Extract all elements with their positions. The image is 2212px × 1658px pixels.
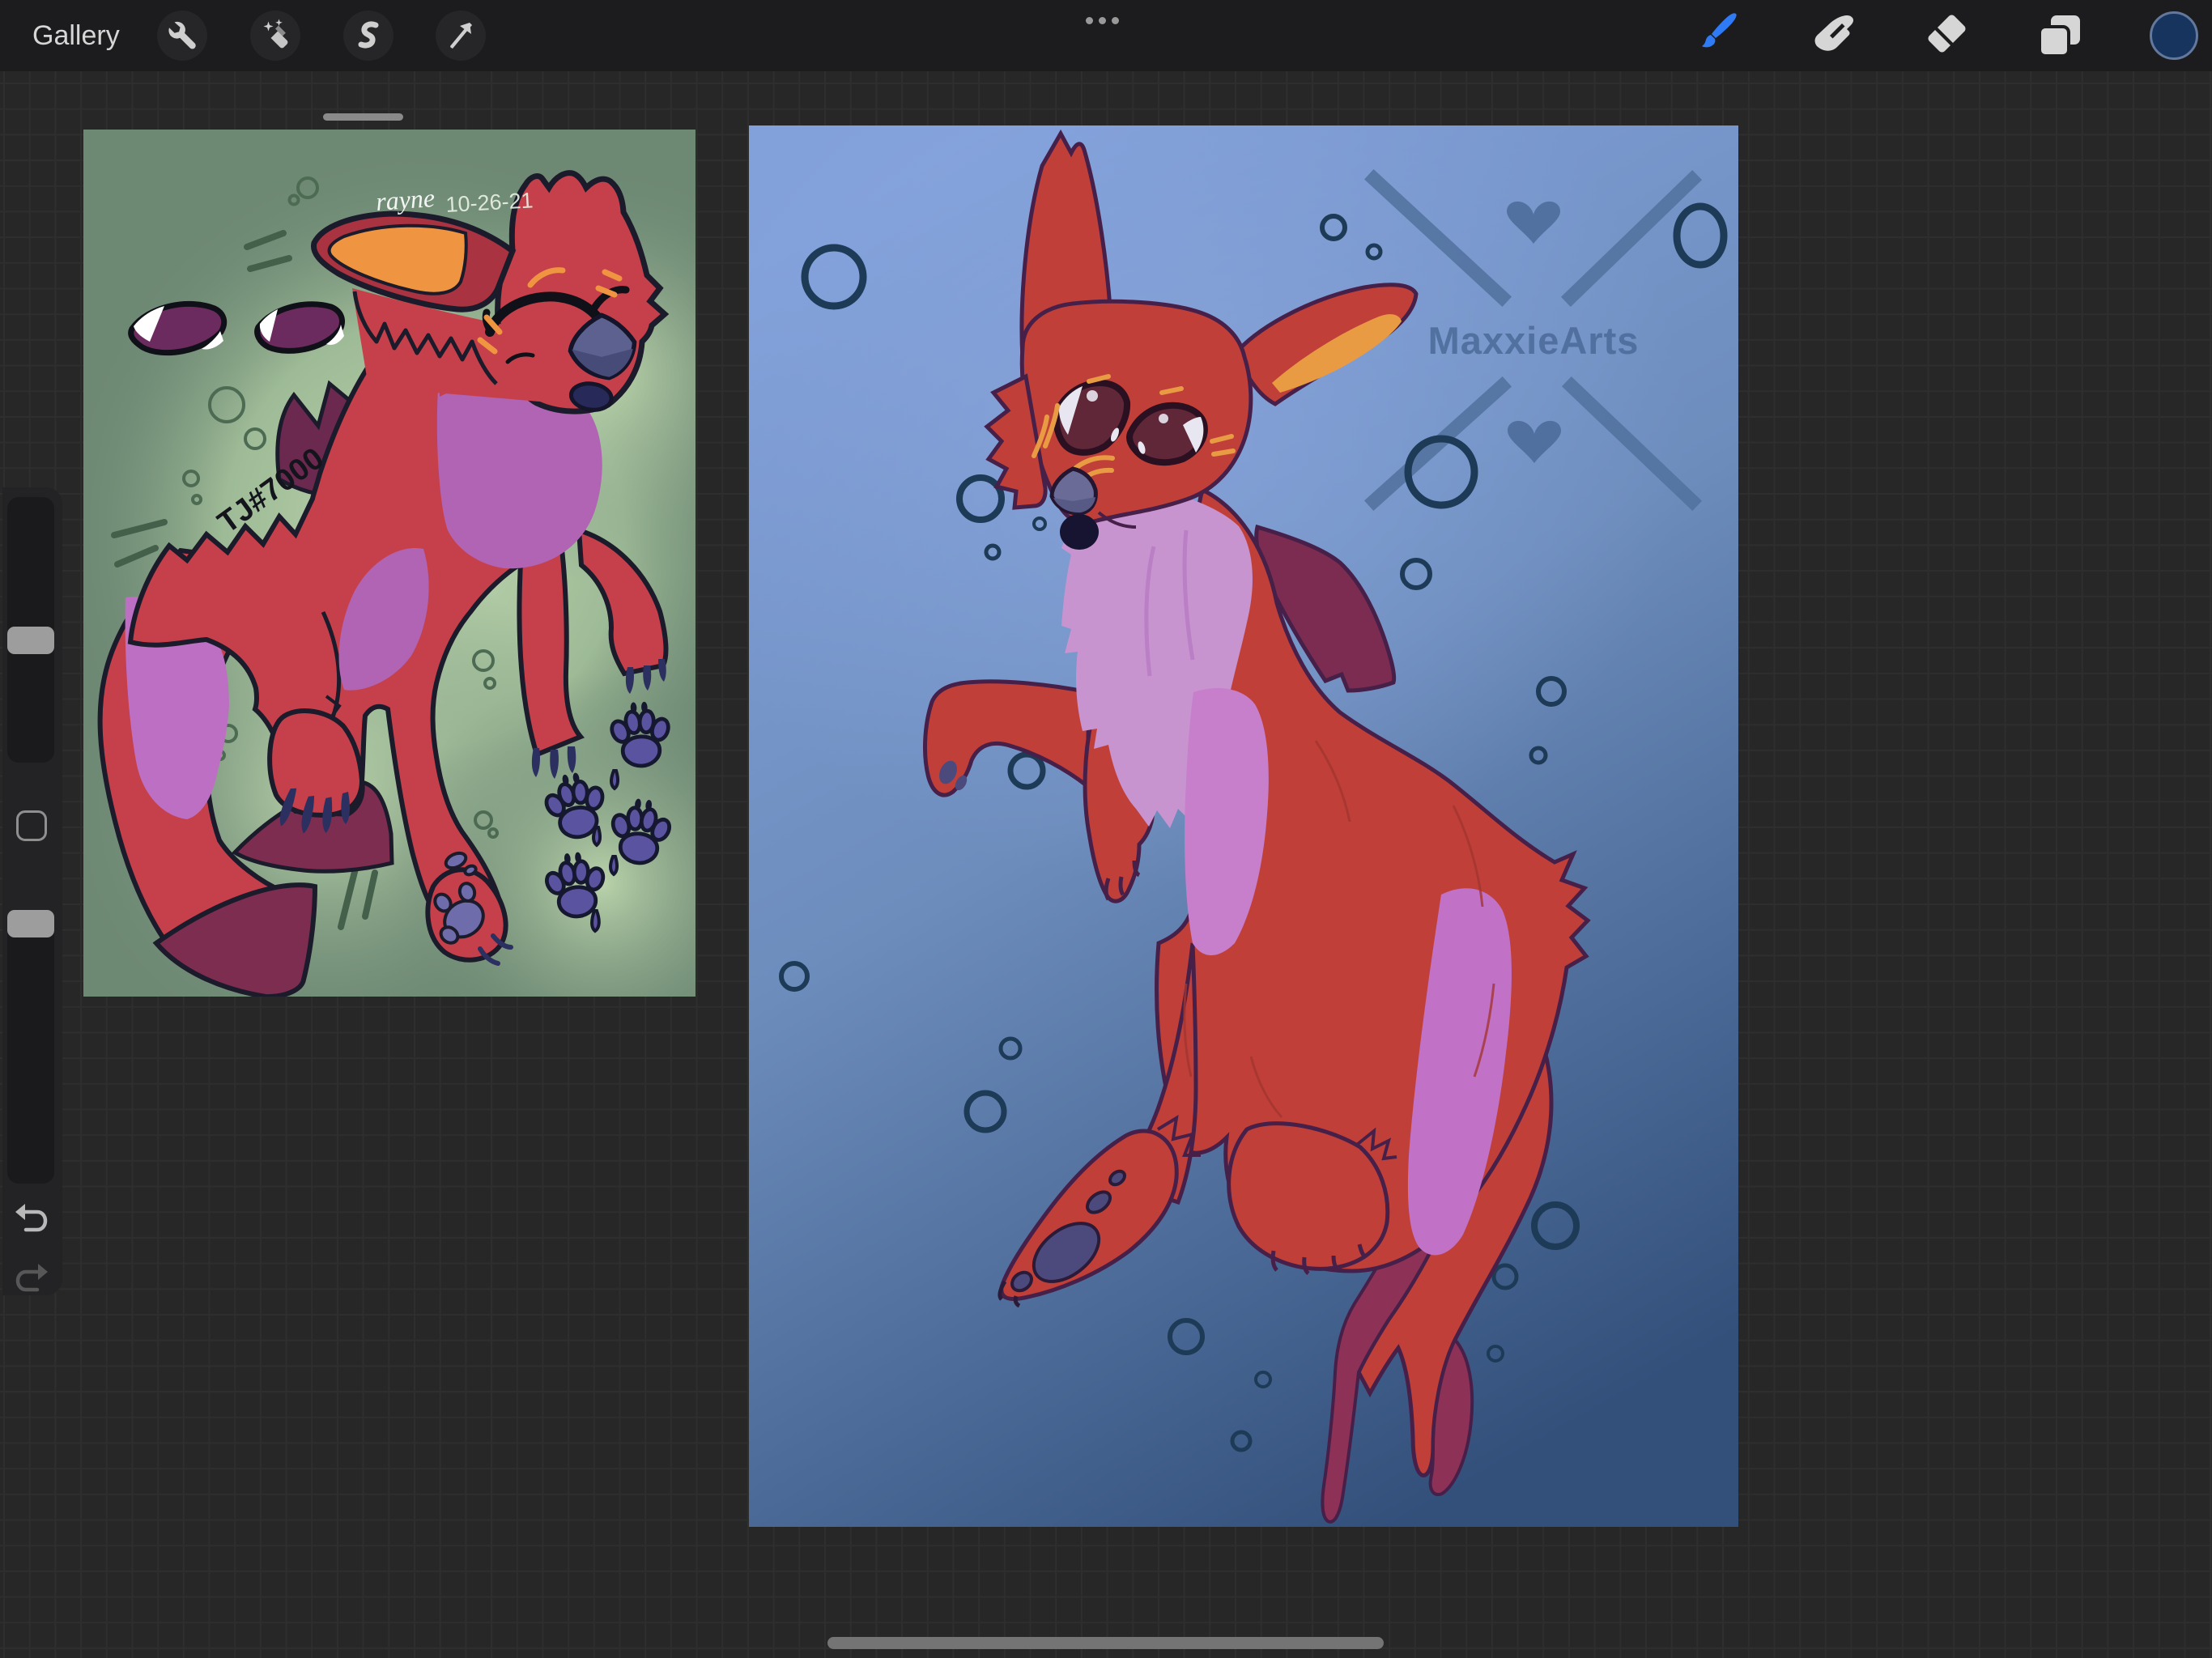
- svg-text:rayne: rayne: [375, 183, 436, 216]
- svg-text:10-26-21: 10-26-21: [445, 188, 534, 217]
- svg-text:MaxxieArts: MaxxieArts: [1428, 319, 1640, 362]
